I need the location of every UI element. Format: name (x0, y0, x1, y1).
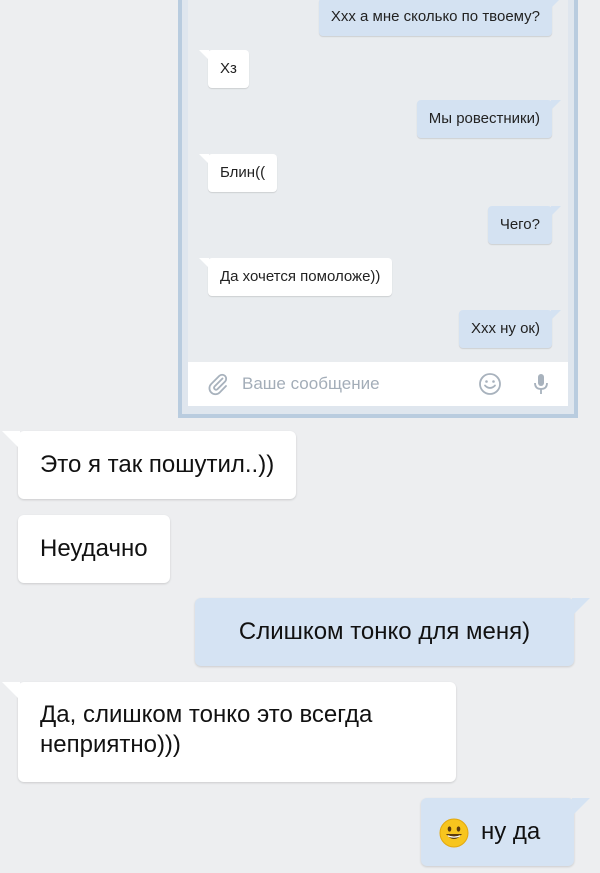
embedded-input-placeholder: Ваше сообщение (242, 374, 380, 393)
message-outgoing: ну да (421, 798, 590, 866)
embedded-message-out: Мы ровестники) (416, 100, 562, 138)
embedded-message-in: Хз (199, 50, 249, 88)
message-incoming: Неудачно (18, 515, 170, 583)
embedded-message-out: Чего? (487, 206, 562, 244)
paperclip-icon (208, 373, 228, 396)
message-line: неприятно))) (40, 731, 181, 758)
message-incoming: Это я так пошутил..)) (1, 431, 297, 499)
message-outgoing: Слишком тонко для меня) (195, 598, 590, 666)
grinning-face-emoji-icon (439, 818, 469, 848)
message-line: Да, слишком тонко это всегда (40, 701, 373, 728)
embedded-message-input: Ваше сообщение (188, 362, 568, 406)
embedded-message-out: Ххх а мне сколько по твоему? (318, 0, 562, 36)
smile-icon (479, 373, 501, 395)
embedded-chat-screenshot: Ххх а мне сколько по твоему? Хз Мы ровес… (178, 0, 578, 418)
message-incoming: Да, слишком тонко это всегда неприятно))… (2, 682, 456, 782)
embedded-message-in: Да хочется помоложе)) (198, 258, 393, 296)
microphone-icon (534, 374, 548, 394)
message-text: ну да (481, 818, 541, 845)
embedded-chat-area: Ххх а мне сколько по твоему? Хз Мы ровес… (188, 0, 568, 362)
embedded-message-in: Блин(( (198, 154, 278, 192)
embedded-message-out: Ххх ну ок) (458, 310, 562, 348)
